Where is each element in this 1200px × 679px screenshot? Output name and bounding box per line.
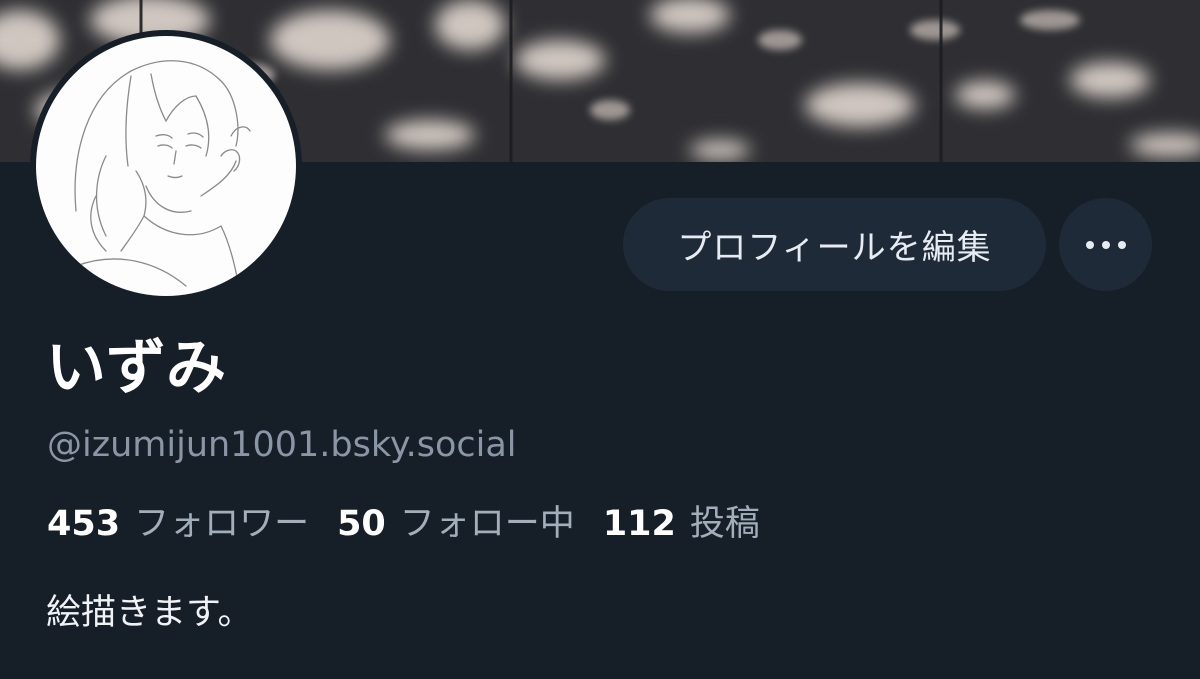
avatar[interactable]: [30, 30, 302, 302]
followers-stat[interactable]: 453 フォロワー: [47, 500, 309, 548]
following-label: フォロー中: [399, 504, 575, 544]
following-count: 50: [337, 504, 386, 544]
display-name: いずみ: [46, 333, 226, 403]
followers-label: フォロワー: [134, 504, 310, 544]
posts-label: 投稿: [689, 504, 760, 544]
posts-stat: 112 投稿: [603, 500, 760, 548]
profile-bio: 絵描きます。: [46, 593, 253, 633]
ellipsis-icon: [1082, 240, 1130, 249]
avatar-image: [36, 36, 296, 296]
more-options-button[interactable]: [1059, 198, 1152, 291]
posts-count: 112: [602, 504, 676, 544]
following-stat[interactable]: 50 フォロー中: [337, 500, 575, 548]
followers-count: 453: [47, 504, 121, 544]
edit-profile-button[interactable]: プロフィールを編集: [623, 198, 1046, 291]
handle: @izumijun1001.bsky.social: [47, 425, 517, 465]
profile-stats: 453 フォロワー 50 フォロー中 112 投稿: [47, 500, 788, 548]
